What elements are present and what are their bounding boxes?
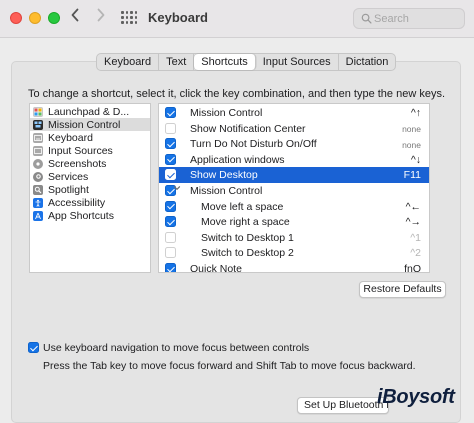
shortcut-label: Move left a space: [201, 200, 284, 213]
chevron-down-icon[interactable]: [173, 184, 181, 194]
restore-defaults-button[interactable]: Restore Defaults: [359, 281, 446, 298]
shortcut-key[interactable]: F11: [404, 169, 421, 181]
shortcut-checkbox[interactable]: [165, 169, 176, 181]
tab-shortcuts[interactable]: Shortcuts: [194, 54, 256, 70]
shortcut-checkbox[interactable]: [165, 200, 176, 212]
app-shortcuts-icon: [33, 210, 43, 221]
shortcut-key[interactable]: ^↓: [411, 154, 421, 166]
shortcut-label: Show Desktop: [190, 169, 258, 182]
set-up-bluetooth-keyboard-button[interactable]: Set Up Bluetooth Keyboard...: [297, 397, 389, 414]
shortcut-key[interactable]: fnQ: [404, 263, 421, 272]
shortcut-key[interactable]: ^2: [410, 247, 421, 259]
forward-button[interactable]: [92, 8, 110, 28]
shortcut-key[interactable]: ^→: [406, 216, 421, 228]
shortcut-row[interactable]: Turn Do Not Disturb On/Off none: [159, 136, 429, 152]
category-list: Launchpad & D... Mission Control Keyboar…: [29, 103, 151, 273]
shortcut-checkbox[interactable]: [165, 263, 176, 272]
shortcut-label: Quick Note: [190, 263, 242, 273]
category-label: Services: [48, 170, 89, 183]
search-field[interactable]: Search: [353, 8, 465, 29]
shortcut-checkbox[interactable]: [165, 216, 176, 228]
category-label: App Shortcuts: [48, 209, 114, 222]
shortcut-checkbox[interactable]: [165, 138, 176, 150]
category-label: Input Sources: [48, 144, 113, 157]
launchpad-icon: [33, 106, 43, 117]
chevron-right-icon: [97, 8, 105, 22]
gear-icon: [33, 171, 43, 182]
shortcut-checkbox[interactable]: [165, 153, 176, 165]
shortcut-key[interactable]: ^1: [410, 232, 421, 244]
shortcut-row[interactable]: Application windows ^↓: [159, 152, 429, 168]
category-label: Mission Control: [48, 118, 121, 131]
shortcut-label: Application windows: [190, 153, 285, 166]
instructions-text: To change a shortcut, select it, click t…: [28, 88, 446, 100]
category-label: Accessibility: [48, 196, 106, 209]
shortcut-key[interactable]: ^←: [406, 201, 421, 213]
shortcut-label: Move right a space: [201, 216, 290, 229]
show-all-grid-icon[interactable]: [121, 11, 137, 25]
category-item-launchpad[interactable]: Launchpad & D...: [30, 105, 150, 118]
category-item-input-sources[interactable]: Input Sources: [30, 144, 150, 157]
keyboard-navigation-label[interactable]: Use keyboard navigation to move focus be…: [43, 342, 309, 354]
zoom-button[interactable]: [48, 12, 60, 24]
keyboard-preferences-window: Keyboard Search Keyboard Text Shortcuts …: [0, 0, 474, 423]
keyboard-navigation-help: Press the Tab key to move focus forward …: [43, 360, 416, 372]
category-item-mission-control[interactable]: Mission Control: [30, 118, 150, 131]
keyboard-icon: [33, 132, 43, 143]
shortcut-checkbox[interactable]: [165, 231, 176, 243]
shortcut-row[interactable]: Mission Control ^↑: [159, 105, 429, 121]
window-title: Keyboard: [148, 10, 208, 25]
shortcut-checkbox[interactable]: [165, 122, 176, 134]
shortcut-key[interactable]: none: [402, 140, 421, 150]
shortcut-label: Switch to Desktop 2: [201, 247, 294, 260]
category-item-services[interactable]: Services: [30, 170, 150, 183]
category-item-keyboard[interactable]: Keyboard: [30, 131, 150, 144]
category-item-app-shortcuts[interactable]: App Shortcuts: [30, 209, 150, 222]
iboysoft-watermark: iBoysoft: [377, 386, 455, 408]
input-sources-icon: [33, 145, 43, 156]
category-label: Screenshots: [48, 157, 107, 170]
shortcut-group-row[interactable]: Mission Control: [159, 183, 429, 199]
spotlight-icon: [33, 184, 43, 195]
category-item-spotlight[interactable]: Spotlight: [30, 183, 150, 196]
shortcut-label: Switch to Desktop 1: [201, 231, 294, 244]
search-icon: [361, 13, 372, 24]
shortcut-checkbox[interactable]: [165, 247, 176, 259]
keyboard-navigation-checkbox[interactable]: [28, 342, 39, 353]
screenshots-icon: [33, 158, 43, 169]
shortcut-row-selected[interactable]: Show Desktop F11: [159, 167, 429, 183]
tab-input-sources[interactable]: Input Sources: [256, 54, 339, 70]
mission-control-icon: [33, 119, 43, 130]
minimize-button[interactable]: [29, 12, 41, 24]
shortcut-key[interactable]: none: [402, 124, 421, 134]
tab-bar: Keyboard Text Shortcuts Input Sources Di…: [96, 53, 397, 71]
chevron-left-icon: [71, 8, 79, 22]
shortcut-row[interactable]: Switch to Desktop 1 ^1: [159, 230, 429, 246]
category-item-screenshots[interactable]: Screenshots: [30, 157, 150, 170]
tab-keyboard[interactable]: Keyboard: [97, 54, 160, 70]
category-label: Keyboard: [48, 131, 93, 144]
accessibility-icon: [33, 197, 43, 208]
shortcut-label: Turn Do Not Disturb On/Off: [190, 138, 317, 151]
shortcut-label: Show Notification Center: [190, 122, 306, 135]
category-label: Spotlight: [48, 183, 89, 196]
shortcut-list: Mission Control ^↑ Show Notification Cen…: [158, 103, 430, 273]
search-placeholder: Search: [374, 13, 409, 25]
tab-text[interactable]: Text: [159, 54, 195, 70]
category-item-accessibility[interactable]: Accessibility: [30, 196, 150, 209]
shortcut-label: Mission Control: [190, 107, 263, 119]
tab-dictation[interactable]: Dictation: [339, 54, 396, 70]
shortcut-row[interactable]: Switch to Desktop 2 ^2: [159, 245, 429, 261]
shortcut-row[interactable]: Move right a space ^→: [159, 214, 429, 230]
back-button[interactable]: [66, 8, 84, 28]
shortcut-row[interactable]: Quick Note fnQ: [159, 261, 429, 273]
shortcut-key[interactable]: ^↑: [411, 107, 421, 119]
close-button[interactable]: [10, 12, 22, 24]
category-label: Launchpad & D...: [48, 105, 130, 118]
shortcut-row[interactable]: Move left a space ^←: [159, 199, 429, 215]
shortcut-label: Mission Control: [190, 185, 263, 197]
shortcut-row[interactable]: Show Notification Center none: [159, 121, 429, 137]
title-bar: Keyboard Search: [0, 0, 474, 38]
shortcut-checkbox[interactable]: [165, 107, 176, 118]
